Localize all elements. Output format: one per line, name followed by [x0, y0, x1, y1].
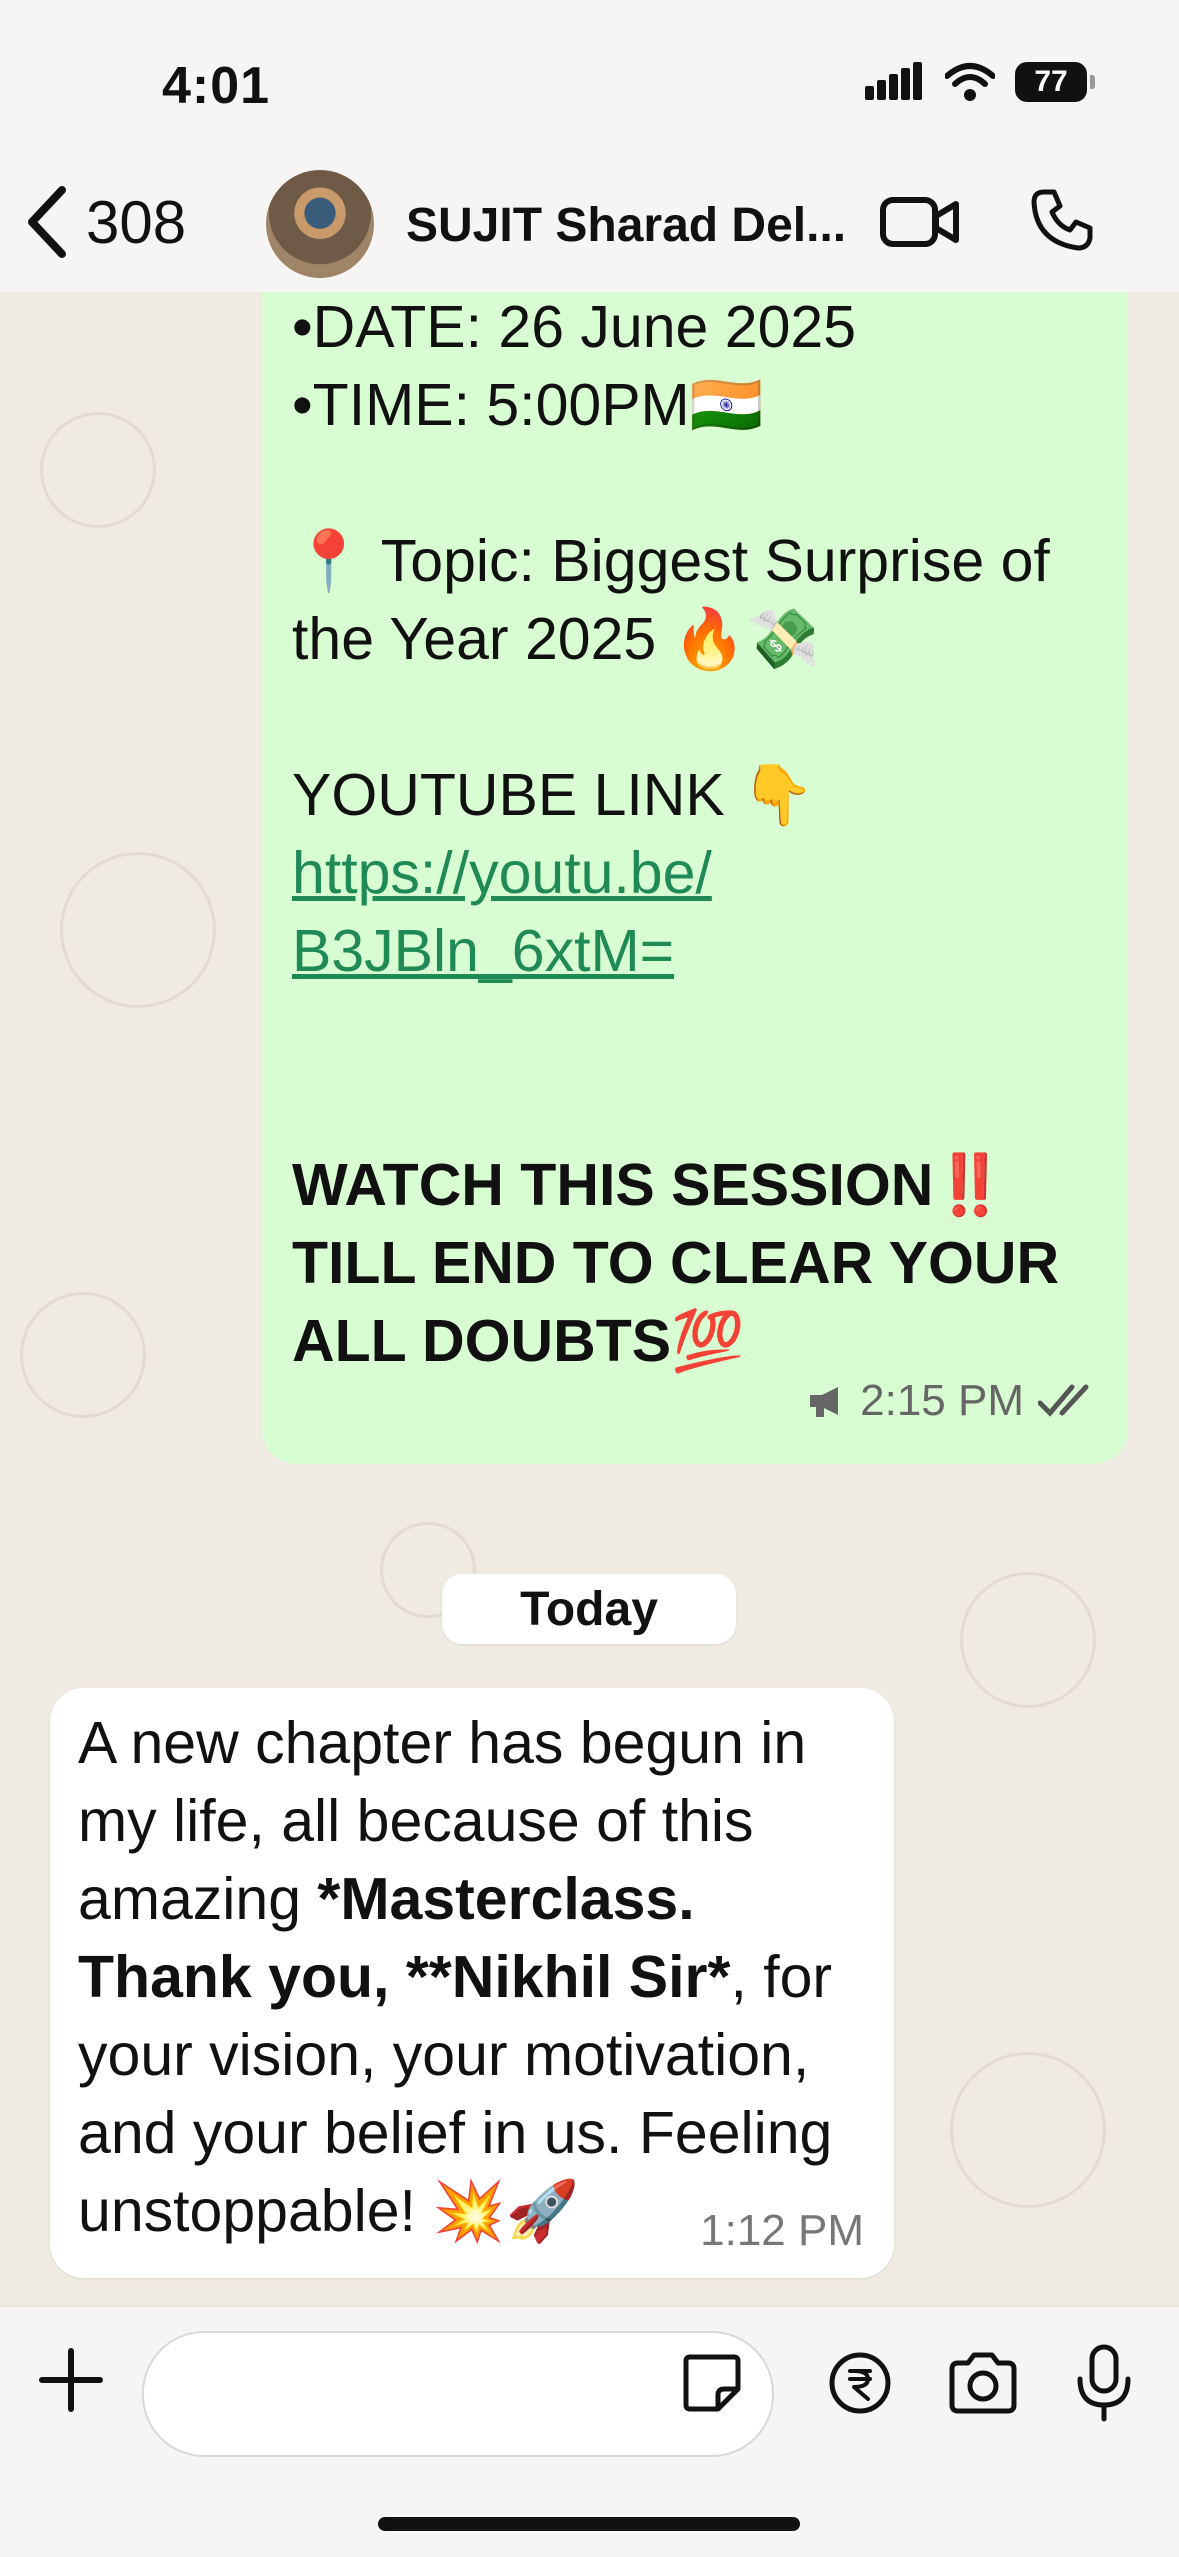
unread-count: 308 — [86, 188, 187, 256]
youtube-link[interactable]: https://youtu.be/ — [292, 834, 712, 912]
wallpaper-doodle — [950, 2052, 1106, 2208]
back-button[interactable]: 308 — [22, 182, 186, 262]
message-watch-line: WATCH THIS SESSION‼️ — [292, 1152, 1007, 1218]
chevron-left-icon — [22, 182, 72, 262]
date-separator: Today — [442, 1574, 736, 1644]
incoming-message-text: A new chapter has begun in my life, all … — [78, 1704, 878, 2250]
microphone-icon[interactable] — [1072, 2343, 1136, 2423]
message-date-line: •DATE: 26 June 2025 — [292, 294, 857, 360]
message-watch-line: TILL END TO CLEAR YOUR — [292, 1230, 1060, 1296]
phone-icon[interactable] — [1030, 188, 1094, 252]
home-indicator — [378, 2517, 800, 2531]
signal-icon — [865, 62, 925, 102]
wallpaper-doodle — [60, 852, 216, 1008]
status-bar: 4:01 77 — [0, 0, 1179, 160]
status-icons: 77 — [865, 62, 1095, 102]
message-watch-line: ALL DOUBTS💯 — [292, 1308, 745, 1374]
outgoing-message-meta: 2:15 PM — [806, 1376, 1098, 1426]
video-call-icon[interactable] — [880, 190, 960, 254]
plus-icon[interactable] — [36, 2345, 106, 2415]
message-timestamp: 1:12 PM — [700, 2206, 864, 2255]
wifi-icon — [945, 62, 995, 102]
wallpaper-doodle — [960, 1572, 1096, 1708]
chat-area[interactable]: •DATE: 26 June 2025 •TIME: 5:00PM🇮🇳 📍 To… — [0, 292, 1179, 2306]
avatar[interactable] — [266, 170, 374, 278]
message-timestamp: 2:15 PM — [860, 1376, 1024, 1425]
message-youtube-label: YOUTUBE LINK 👇 — [292, 762, 815, 828]
message-input[interactable] — [184, 2361, 668, 2427]
message-topic-line: the Year 2025 🔥💸 — [292, 606, 820, 672]
battery-indicator: 77 — [1015, 62, 1095, 102]
outgoing-message-bubble[interactable]: •DATE: 26 June 2025 •TIME: 5:00PM🇮🇳 📍 To… — [262, 292, 1128, 1464]
message-time-line: •TIME: 5:00PM🇮🇳 — [292, 372, 764, 438]
status-time: 4:01 — [162, 57, 271, 115]
contact-name[interactable]: SUJIT Sharad Del... — [406, 198, 846, 253]
message-topic-line: 📍 Topic: Biggest Surprise of — [292, 528, 1050, 594]
incoming-message-bubble[interactable]: A new chapter has begun in my life, all … — [50, 1688, 894, 2278]
youtube-link[interactable]: B3JBln_6xtM= — [292, 912, 674, 990]
double-check-icon — [1038, 1383, 1098, 1419]
megaphone-icon — [806, 1383, 846, 1419]
chat-header: 308 SUJIT Sharad Del... — [0, 160, 1179, 293]
rupee-payment-icon[interactable] — [828, 2351, 892, 2415]
camera-icon[interactable] — [946, 2351, 1020, 2415]
wallpaper-doodle — [40, 412, 156, 528]
wallpaper-doodle — [20, 1292, 146, 1418]
sticker-icon[interactable] — [680, 2351, 744, 2415]
input-bar — [0, 2306, 1179, 2557]
